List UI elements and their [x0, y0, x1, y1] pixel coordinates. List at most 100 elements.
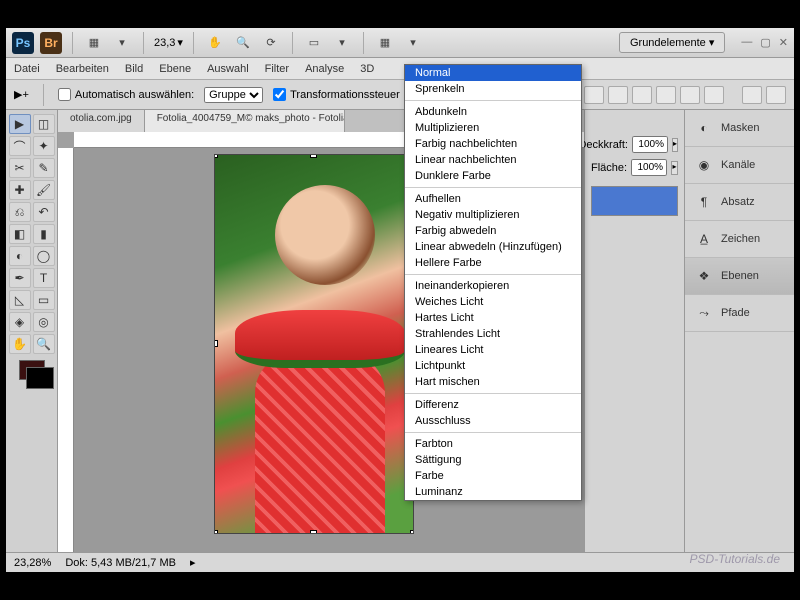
brush-tool[interactable]: 🖌: [33, 180, 55, 200]
transform-handle[interactable]: [310, 530, 317, 534]
gradient-tool[interactable]: ▮: [33, 224, 55, 244]
blend-mode-item[interactable]: Ausschluss: [405, 413, 581, 429]
blend-mode-item[interactable]: Dunklere Farbe: [405, 168, 581, 184]
menu-filter[interactable]: Filter: [265, 63, 289, 75]
blend-mode-item[interactable]: Normal: [405, 65, 581, 81]
zoom-value[interactable]: 23,3: [154, 37, 175, 49]
blend-mode-item[interactable]: Negativ multiplizieren: [405, 207, 581, 223]
transform-handle[interactable]: [214, 340, 218, 347]
close-icon[interactable]: ✕: [779, 36, 788, 49]
minimize-icon[interactable]: —: [741, 36, 752, 49]
history-brush-tool[interactable]: ↶: [33, 202, 55, 222]
workspace-selector[interactable]: Grundelemente ▾: [619, 32, 725, 53]
blend-mode-item[interactable]: Farbe: [405, 468, 581, 484]
align-button[interactable]: [656, 86, 676, 104]
hand-icon[interactable]: ✋: [204, 32, 226, 54]
layer-row[interactable]: [591, 186, 678, 216]
marquee-tool[interactable]: ◫: [33, 114, 55, 134]
eyedropper-tool[interactable]: ✎: [33, 158, 55, 178]
blend-mode-item[interactable]: Linear nachbelichten: [405, 152, 581, 168]
screen-mode-icon[interactable]: ▭: [303, 32, 325, 54]
transform-handle[interactable]: [410, 530, 414, 534]
3d-camera-tool[interactable]: ◎: [33, 312, 55, 332]
transform-handle[interactable]: [214, 154, 218, 158]
menu-layer[interactable]: Ebene: [159, 63, 191, 75]
distribute-button[interactable]: [766, 86, 786, 104]
chevron-right-icon[interactable]: ▸: [671, 161, 678, 175]
chevron-right-icon[interactable]: ▸: [672, 138, 678, 152]
chevron-down-icon[interactable]: ▾: [402, 32, 424, 54]
status-zoom[interactable]: 23,28%: [14, 557, 51, 569]
wand-tool[interactable]: ✦: [33, 136, 55, 156]
lasso-tool[interactable]: ⌒: [9, 136, 31, 156]
blend-mode-item[interactable]: Hart mischen: [405, 374, 581, 390]
arrange-icon[interactable]: ▦: [374, 32, 396, 54]
panel-layers[interactable]: ❖Ebenen: [685, 258, 794, 295]
blend-mode-item[interactable]: Abdunkeln: [405, 104, 581, 120]
chevron-down-icon[interactable]: ▾: [177, 36, 183, 49]
menu-edit[interactable]: Bearbeiten: [56, 63, 109, 75]
transform-handle[interactable]: [214, 530, 218, 534]
blend-mode-item[interactable]: Lichtpunkt: [405, 358, 581, 374]
document-tab[interactable]: Fotolia_4004759_M© maks_photo - Fotolia: [145, 110, 345, 132]
3d-tool[interactable]: ◈: [9, 312, 31, 332]
image-layer[interactable]: [214, 154, 414, 534]
move-tool[interactable]: ▶: [9, 114, 31, 134]
type-tool[interactable]: T: [33, 268, 55, 288]
rotate-icon[interactable]: ⟳: [260, 32, 282, 54]
document-tab[interactable]: otolia.com.jpg: [58, 110, 145, 132]
panel-paragraph[interactable]: ¶Absatz: [685, 184, 794, 221]
blend-mode-item[interactable]: Hartes Licht: [405, 310, 581, 326]
auto-select-dropdown[interactable]: Gruppe: [204, 87, 263, 103]
blend-mode-item[interactable]: Sättigung: [405, 452, 581, 468]
layout-icon[interactable]: ▦: [83, 32, 105, 54]
bridge-icon[interactable]: Br: [40, 32, 62, 54]
blend-mode-item[interactable]: Luminanz: [405, 484, 581, 500]
move-tool-icon[interactable]: ▶+: [14, 88, 29, 101]
blend-mode-item[interactable]: Hellere Farbe: [405, 255, 581, 271]
menu-image[interactable]: Bild: [125, 63, 143, 75]
align-button[interactable]: [608, 86, 628, 104]
blur-tool[interactable]: ◐: [9, 246, 31, 266]
menu-file[interactable]: Datei: [14, 63, 40, 75]
blend-mode-item[interactable]: Linear abwedeln (Hinzufügen): [405, 239, 581, 255]
opacity-input[interactable]: [632, 136, 668, 153]
crop-tool[interactable]: ✂: [9, 158, 31, 178]
photoshop-icon[interactable]: Ps: [12, 32, 34, 54]
blend-mode-item[interactable]: Aufhellen: [405, 191, 581, 207]
path-tool[interactable]: ◺: [9, 290, 31, 310]
panel-paths[interactable]: ⤳Pfade: [685, 295, 794, 332]
stamp-tool[interactable]: ⎌: [9, 202, 31, 222]
fill-input[interactable]: [631, 159, 667, 176]
blend-mode-item[interactable]: Lineares Licht: [405, 342, 581, 358]
blend-mode-item[interactable]: Farbton: [405, 436, 581, 452]
panel-channels[interactable]: ◉Kanäle: [685, 147, 794, 184]
heal-tool[interactable]: ✚: [9, 180, 31, 200]
eraser-tool[interactable]: ◧: [9, 224, 31, 244]
align-button[interactable]: [680, 86, 700, 104]
maximize-icon[interactable]: ▢: [760, 36, 770, 49]
panel-character[interactable]: A̲Zeichen: [685, 221, 794, 258]
transform-controls-checkbox[interactable]: Transformationssteuer: [273, 88, 400, 101]
align-button[interactable]: [632, 86, 652, 104]
blend-mode-item[interactable]: Sprenkeln: [405, 81, 581, 97]
chevron-down-icon[interactable]: ▾: [111, 32, 133, 54]
distribute-button[interactable]: [742, 86, 762, 104]
zoom-icon[interactable]: 🔍: [232, 32, 254, 54]
align-button[interactable]: [584, 86, 604, 104]
menu-select[interactable]: Auswahl: [207, 63, 249, 75]
transform-handle[interactable]: [310, 154, 317, 158]
chevron-right-icon[interactable]: ▸: [190, 556, 196, 569]
blend-mode-item[interactable]: Multiplizieren: [405, 120, 581, 136]
chevron-down-icon[interactable]: ▾: [331, 32, 353, 54]
hand-tool[interactable]: ✋: [9, 334, 31, 354]
auto-select-checkbox[interactable]: Automatisch auswählen:: [58, 88, 194, 101]
menu-analysis[interactable]: Analyse: [305, 63, 344, 75]
zoom-tool[interactable]: 🔍: [33, 334, 55, 354]
blend-mode-item[interactable]: Farbig nachbelichten: [405, 136, 581, 152]
align-button[interactable]: [704, 86, 724, 104]
panel-masks[interactable]: ◐Masken: [685, 110, 794, 147]
blend-mode-item[interactable]: Strahlendes Licht: [405, 326, 581, 342]
color-swatches[interactable]: [19, 360, 45, 380]
blend-mode-item[interactable]: Differenz: [405, 397, 581, 413]
